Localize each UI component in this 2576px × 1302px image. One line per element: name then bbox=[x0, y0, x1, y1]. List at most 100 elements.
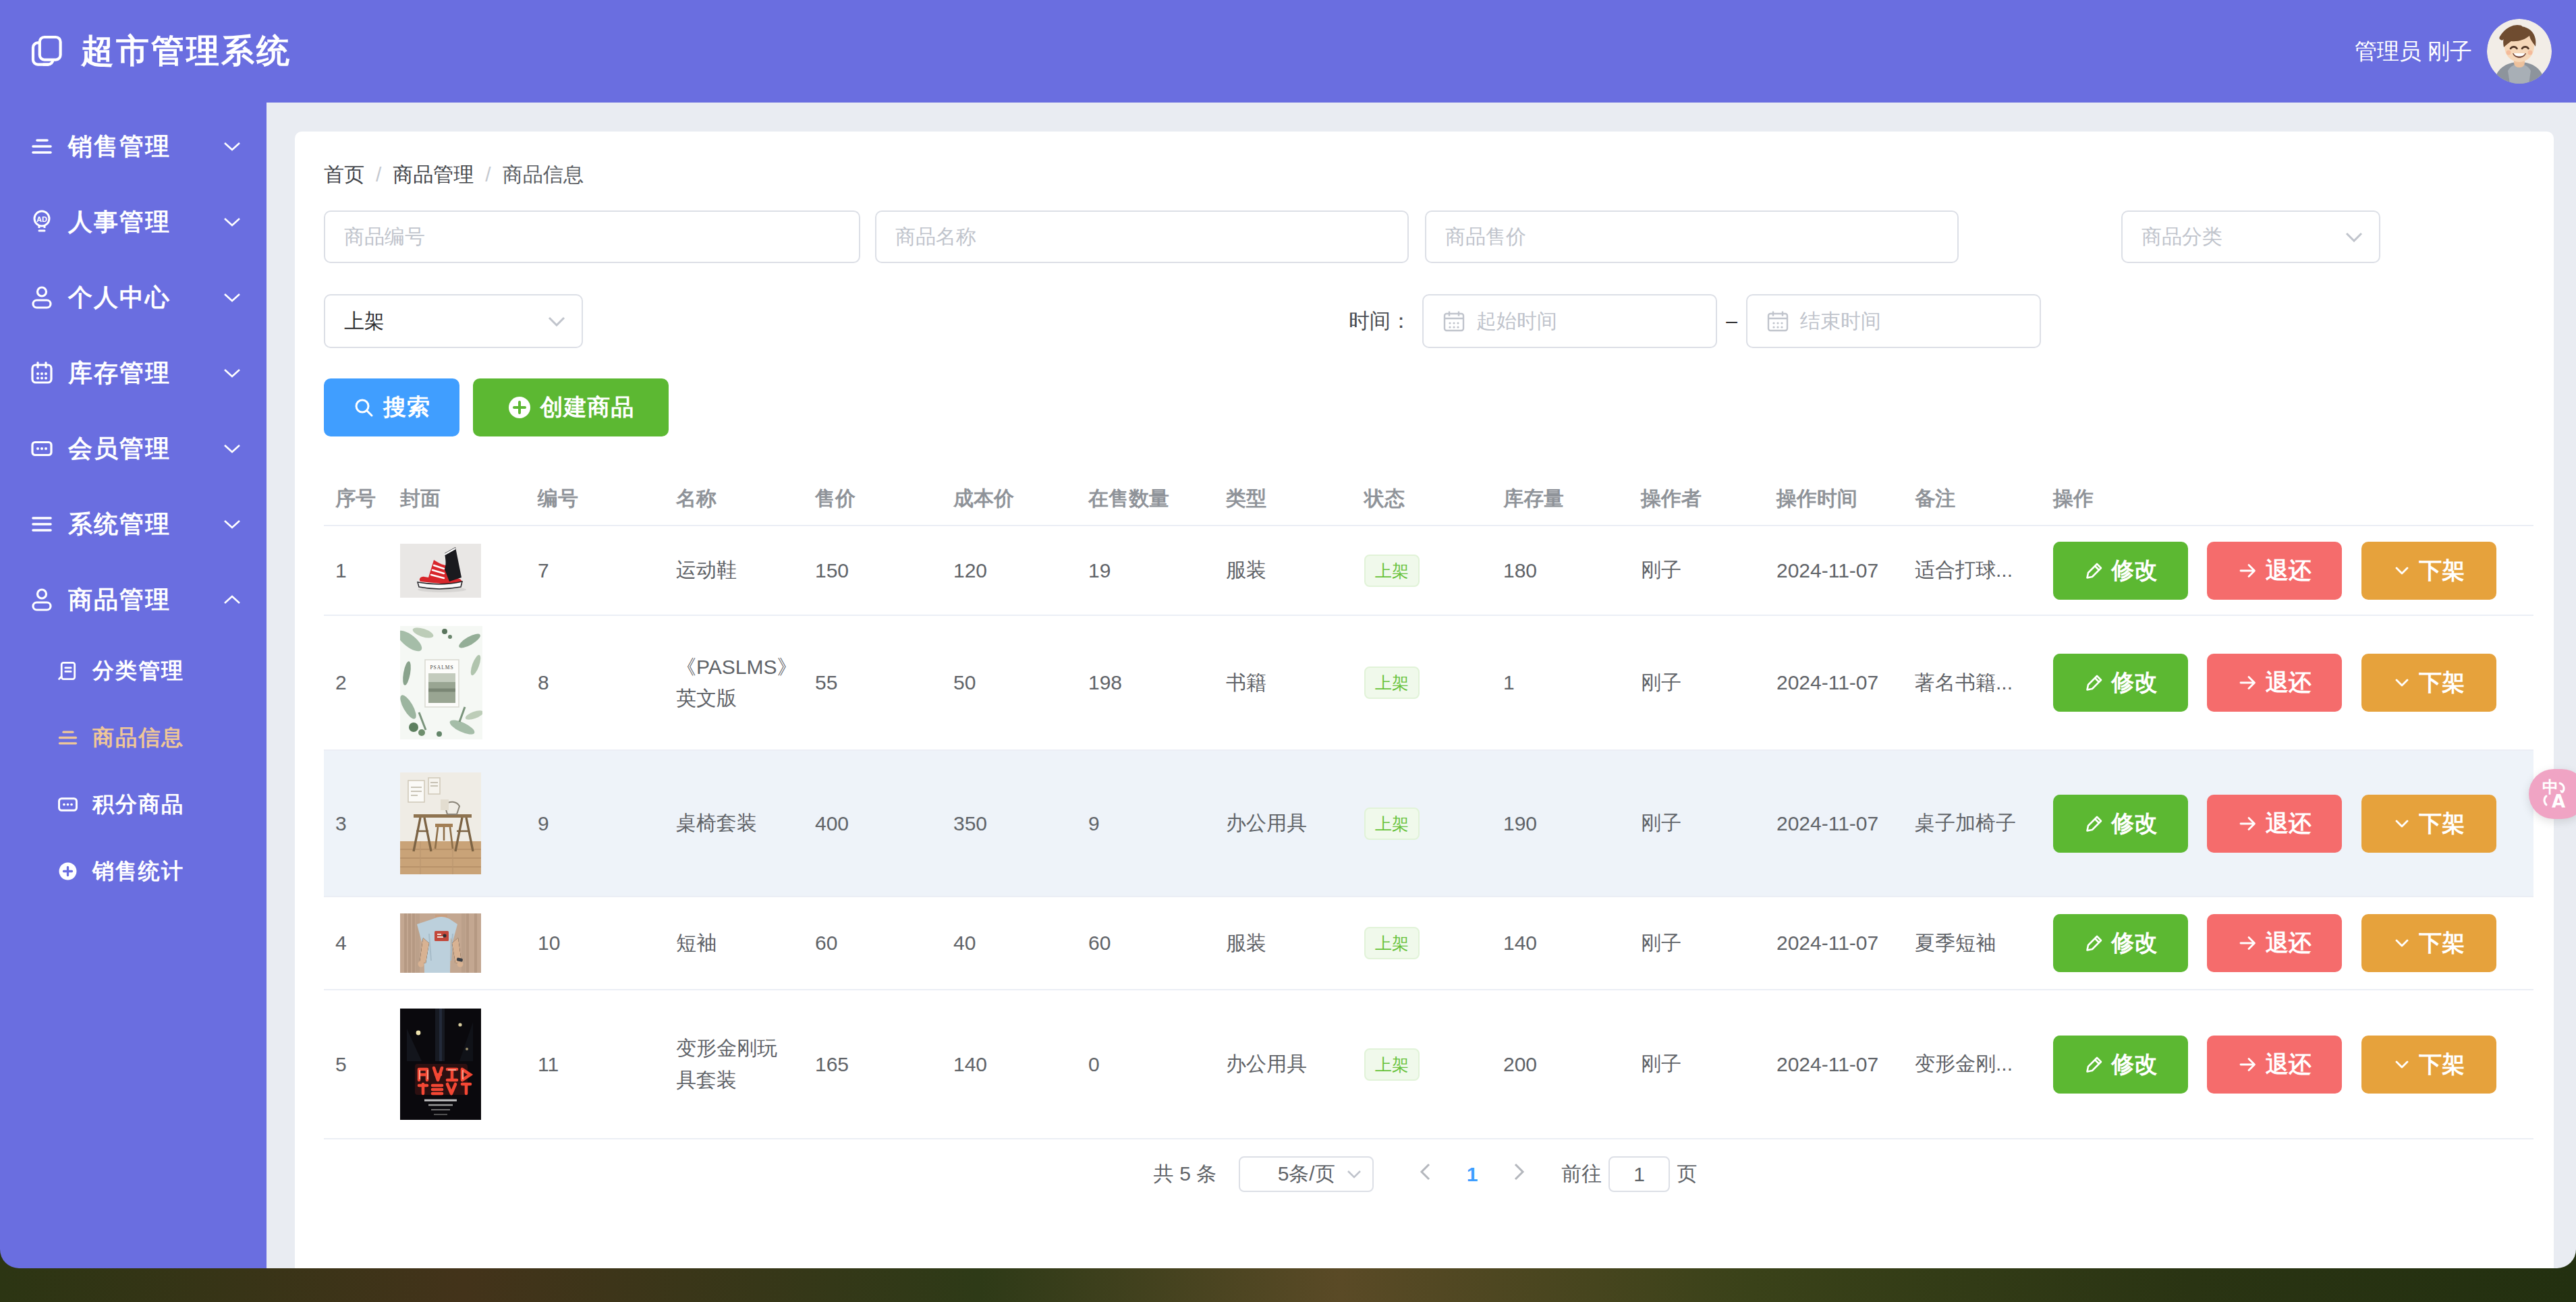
breadcrumb-item-2[interactable]: 商品信息 bbox=[503, 161, 584, 189]
table-header-row: 序号封面编号名称售价成本价在售数量类型状态库存量操作者操作时间备注操作 bbox=[324, 472, 2533, 526]
sidebar-item-6[interactable]: 商品管理 bbox=[0, 562, 267, 638]
edit-icon bbox=[2084, 561, 2104, 581]
refund-button[interactable]: 退还 bbox=[2207, 1036, 2342, 1094]
product-name-input[interactable]: 商品名称 bbox=[875, 210, 1409, 263]
column-header-11: 操作时间 bbox=[1776, 472, 1915, 526]
table-row-4: 4 10 短袖 60 40 60 服装 上架 140 刚子 2024-11-07… bbox=[324, 897, 2533, 990]
sidebar-item-5[interactable]: 系统管理 bbox=[0, 486, 267, 562]
cell-status: 上架 bbox=[1364, 750, 1503, 897]
refund-button[interactable]: 退还 bbox=[2207, 914, 2342, 972]
sidebar-subitem-3[interactable]: 销售统计 bbox=[0, 838, 267, 905]
app-logo-icon bbox=[28, 32, 66, 70]
user-icon bbox=[28, 586, 55, 613]
arrow-right-icon bbox=[2238, 933, 2258, 953]
off-shelf-button[interactable]: 下架 bbox=[2361, 654, 2496, 712]
cell-index: 2 bbox=[324, 615, 400, 750]
admin-info[interactable]: 管理员 刚子 bbox=[2355, 36, 2472, 67]
end-date-input[interactable]: 结束时间 bbox=[1746, 294, 2041, 348]
page-size-select[interactable]: 5条/页 bbox=[1239, 1156, 1374, 1192]
cell-cover bbox=[400, 750, 538, 897]
cell-operator: 刚子 bbox=[1641, 615, 1776, 750]
column-header-1: 封面 bbox=[400, 472, 538, 526]
sidebar-subitem-1[interactable]: 商品信息 bbox=[0, 704, 267, 771]
sidebar-item-0[interactable]: 销售管理 bbox=[0, 109, 267, 184]
cell-cost: 40 bbox=[953, 897, 1088, 990]
edit-button[interactable]: 修改 bbox=[2053, 654, 2188, 712]
avatar[interactable] bbox=[2487, 19, 2552, 84]
off-shelf-button[interactable]: 下架 bbox=[2361, 914, 2496, 972]
search-button[interactable]: 搜索 bbox=[324, 378, 459, 436]
products-table: 序号封面编号名称售价成本价在售数量类型状态库存量操作者操作时间备注操作 1 7 … bbox=[324, 472, 2533, 1139]
breadcrumb-item-1[interactable]: 商品管理 bbox=[393, 161, 474, 189]
sidebar-item-4[interactable]: 会员管理 bbox=[0, 411, 267, 486]
date-range-separator: – bbox=[1717, 294, 1746, 348]
calendar-icon bbox=[1443, 310, 1465, 333]
sidebar-item-3[interactable]: 库存管理 bbox=[0, 335, 267, 411]
table-row-3: 3 9 桌椅套装 400 350 9 办公用具 上架 190 刚子 2024-1… bbox=[324, 750, 2533, 897]
brand: 超市管理系统 bbox=[28, 29, 291, 74]
cell-name: 《PASLMS》英文版 bbox=[676, 615, 815, 750]
svg-text:PSALMS: PSALMS bbox=[430, 664, 453, 671]
status-badge: 上架 bbox=[1364, 927, 1420, 959]
edit-icon bbox=[2084, 814, 2104, 834]
sidebar-item-2[interactable]: 个人中心 bbox=[0, 260, 267, 335]
translate-icon: 中 A bbox=[2537, 776, 2572, 812]
refund-button[interactable]: 退还 bbox=[2207, 542, 2342, 600]
arrow-right-icon bbox=[2238, 1054, 2258, 1075]
edit-button[interactable]: 修改 bbox=[2053, 1036, 2188, 1094]
status-select[interactable]: 上架 bbox=[324, 294, 583, 348]
cell-time: 2024-11-07 bbox=[1776, 526, 1915, 615]
product-code-input[interactable]: 商品编号 bbox=[324, 210, 860, 263]
cell-stock: 140 bbox=[1503, 897, 1641, 990]
sidebar-subitem-2[interactable]: 积分商品 bbox=[0, 771, 267, 838]
table-body: 1 7 运动鞋 150 120 19 服装 上架 180 刚子 2024-11-… bbox=[324, 526, 2533, 1139]
column-header-8: 状态 bbox=[1364, 472, 1503, 526]
list-lines-icon bbox=[28, 511, 55, 538]
cell-remark: 夏季短袖 bbox=[1915, 897, 2053, 990]
sidebar-subitem-0[interactable]: 分类管理 bbox=[0, 638, 267, 704]
start-date-input[interactable]: 起始时间 bbox=[1422, 294, 1717, 348]
calendar-icon bbox=[28, 360, 55, 387]
page-number-current[interactable]: 1 bbox=[1459, 1163, 1486, 1186]
chevron-down-icon bbox=[2345, 232, 2363, 242]
cell-qty: 0 bbox=[1088, 990, 1226, 1139]
filter-row-2: 上架 时间： 起始时间 – 结束时间 bbox=[324, 294, 2527, 348]
cell-index: 3 bbox=[324, 750, 400, 897]
app-title: 超市管理系统 bbox=[81, 29, 291, 74]
refund-button[interactable]: 退还 bbox=[2207, 795, 2342, 853]
goto-page-input[interactable]: 1 bbox=[1608, 1156, 1670, 1192]
chevron-down-icon bbox=[2392, 1055, 2411, 1074]
product-cover-image bbox=[400, 544, 538, 598]
edit-button[interactable]: 修改 bbox=[2053, 795, 2188, 853]
cell-stock: 1 bbox=[1503, 615, 1641, 750]
chevron-down-icon bbox=[1347, 1170, 1362, 1179]
product-price-input[interactable]: 商品售价 bbox=[1425, 210, 1959, 263]
create-product-button[interactable]: 创建商品 bbox=[473, 378, 669, 436]
cell-name: 变形金刚玩具套装 bbox=[676, 990, 815, 1139]
cell-status: 上架 bbox=[1364, 897, 1503, 990]
column-header-13: 操作 bbox=[2053, 472, 2533, 526]
translate-widget-bubble[interactable]: 中 A bbox=[2529, 769, 2576, 819]
cell-type: 书籍 bbox=[1226, 615, 1364, 750]
cell-index: 5 bbox=[324, 990, 400, 1139]
chevron-down-icon bbox=[2392, 673, 2411, 692]
cell-name: 短袖 bbox=[676, 897, 815, 990]
off-shelf-button[interactable]: 下架 bbox=[2361, 795, 2496, 853]
column-header-6: 在售数量 bbox=[1088, 472, 1226, 526]
edit-button[interactable]: 修改 bbox=[2053, 542, 2188, 600]
product-cover-image bbox=[400, 913, 538, 973]
off-shelf-button[interactable]: 下架 bbox=[2361, 1036, 2496, 1094]
breadcrumb-item-0[interactable]: 首页 bbox=[324, 161, 364, 189]
refund-button[interactable]: 退还 bbox=[2207, 654, 2342, 712]
product-cover-image: PSALMS bbox=[400, 626, 538, 739]
off-shelf-button[interactable]: 下架 bbox=[2361, 542, 2496, 600]
column-header-2: 编号 bbox=[538, 472, 676, 526]
sidebar-item-1[interactable]: AD 人事管理 bbox=[0, 184, 267, 260]
next-page-button[interactable] bbox=[1506, 1162, 1533, 1186]
cell-price: 55 bbox=[815, 615, 953, 750]
cell-operator: 刚子 bbox=[1641, 526, 1776, 615]
category-select[interactable]: 商品分类 bbox=[2121, 210, 2380, 263]
prev-page-button[interactable] bbox=[1411, 1162, 1438, 1186]
table-row-5: 5 11 变形金刚玩具套装 165 140 0 办公用具 上架 200 刚子 2… bbox=[324, 990, 2533, 1139]
edit-button[interactable]: 修改 bbox=[2053, 914, 2188, 972]
